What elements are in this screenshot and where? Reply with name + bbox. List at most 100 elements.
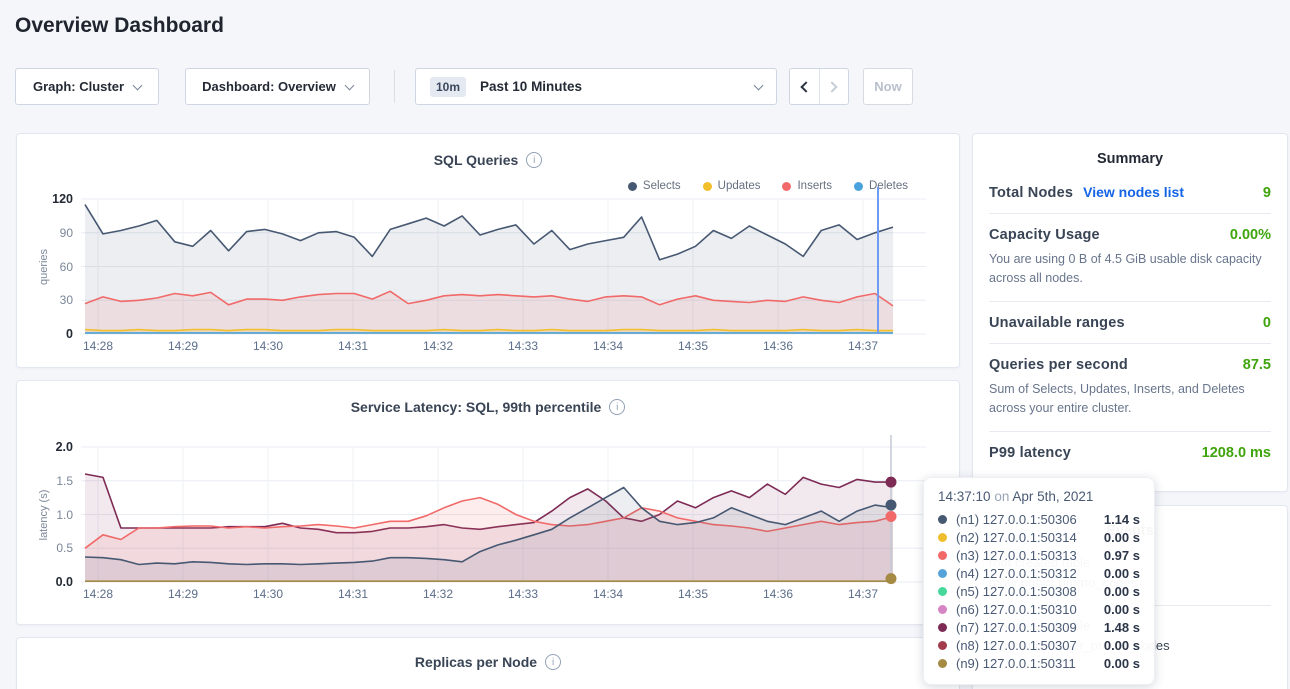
node-color-dot-icon — [938, 605, 947, 614]
graph-dropdown[interactable]: Graph: Cluster — [15, 68, 159, 105]
node-color-dot-icon — [938, 623, 947, 632]
replicas-per-node-card: Replicas per Node i — [16, 637, 960, 689]
tooltip-node-row: (n1) 127.0.0.1:503061.14 s — [938, 510, 1140, 528]
summary-label: P99 latency — [989, 445, 1071, 461]
prev-time-button[interactable] — [790, 69, 819, 104]
dashboard-dropdown-label: Dashboard: Overview — [202, 79, 336, 94]
legend-item-inserts[interactable]: Inserts — [782, 180, 832, 192]
node-color-dot-icon — [938, 515, 947, 524]
chevron-down-icon — [133, 80, 143, 90]
summary-row-capacity: Capacity Usage 0.00% You are using 0 B o… — [989, 214, 1271, 302]
x-axis-ticks: 14:2814:2914:3014:3114:3214:3314:3414:35… — [81, 587, 926, 603]
y-axis-ticks: 0306090120 — [29, 199, 73, 334]
legend-item-selects[interactable]: Selects — [628, 180, 681, 192]
node-address: (n2) 127.0.0.1:50314 — [956, 530, 1104, 545]
node-address: (n5) 127.0.0.1:50308 — [956, 584, 1104, 599]
chart-title-text: Service Latency: SQL, 99th percentile — [351, 399, 602, 415]
tooltip-rows: (n1) 127.0.0.1:503061.14 s(n2) 127.0.0.1… — [938, 510, 1140, 672]
sql-queries-plot[interactable]: queries 0306090120 14:2814:2914:3014:311… — [81, 199, 926, 334]
node-address: (n8) 127.0.0.1:50307 — [956, 638, 1104, 653]
node-address: (n6) 127.0.0.1:50310 — [956, 602, 1104, 617]
node-color-dot-icon — [938, 659, 947, 668]
node-latency-value: 0.00 s — [1104, 584, 1140, 599]
tooltip-node-row: (n7) 127.0.0.1:503091.48 s — [938, 618, 1140, 636]
node-latency-value: 1.14 s — [1104, 512, 1140, 527]
summary-panel: Summary Total Nodes View nodes list 9 Ca… — [972, 133, 1288, 492]
node-address: (n1) 127.0.0.1:50306 — [956, 512, 1104, 527]
tooltip-node-row: (n2) 127.0.0.1:503140.00 s — [938, 528, 1140, 546]
deletes-dot-icon — [854, 182, 863, 191]
summary-description: Sum of Selects, Updates, Inserts, and De… — [989, 380, 1271, 419]
summary-label: Total Nodes — [989, 185, 1073, 201]
legend-label: Updates — [718, 180, 761, 192]
summary-label: Unavailable ranges — [989, 315, 1125, 331]
legend-item-deletes[interactable]: Deletes — [854, 180, 908, 192]
tooltip-node-row: (n9) 127.0.0.1:503110.00 s — [938, 654, 1140, 672]
chevron-left-icon — [800, 81, 811, 92]
node-color-dot-icon — [938, 569, 947, 578]
tooltip-node-row: (n4) 127.0.0.1:503120.00 s — [938, 564, 1140, 582]
chart-hover-tooltip: 14:37:10 on Apr 5th, 2021 (n1) 127.0.0.1… — [923, 477, 1155, 685]
sql-queries-card: SQL Queries i Selects Updates Inserts De… — [16, 133, 960, 368]
tooltip-timestamp: 14:37:10 on Apr 5th, 2021 — [938, 489, 1140, 504]
graph-dropdown-label: Graph: Cluster — [33, 79, 124, 94]
selects-dot-icon — [628, 182, 637, 191]
node-latency-value: 0.00 s — [1104, 530, 1140, 545]
summary-value: 9 — [1263, 185, 1271, 201]
service-latency-card: Service Latency: SQL, 99th percentile i … — [16, 380, 960, 625]
next-time-button[interactable] — [819, 69, 849, 104]
updates-dot-icon — [703, 182, 712, 191]
node-latency-value: 0.00 s — [1104, 656, 1140, 671]
summary-value: 0.00% — [1230, 227, 1271, 243]
summary-row-qps: Queries per second 87.5 Sum of Selects, … — [989, 344, 1271, 432]
info-icon[interactable]: i — [609, 399, 625, 415]
node-address: (n4) 127.0.0.1:50312 — [956, 566, 1104, 581]
page-title: Overview Dashboard — [15, 14, 224, 38]
sql-queries-chart[interactable] — [81, 199, 926, 334]
summary-row-p99: P99 latency 1208.0 ms — [989, 432, 1271, 473]
summary-title: Summary — [989, 134, 1271, 171]
summary-label: Queries per second — [989, 357, 1128, 373]
tooltip-node-row: (n3) 127.0.0.1:503130.97 s — [938, 546, 1140, 564]
legend-item-updates[interactable]: Updates — [703, 180, 761, 192]
chevron-down-icon — [754, 80, 764, 90]
node-address: (n9) 127.0.0.1:50311 — [956, 656, 1104, 671]
node-color-dot-icon — [938, 533, 947, 542]
tooltip-on: on — [994, 489, 1009, 504]
dashboard-dropdown[interactable]: Dashboard: Overview — [185, 68, 370, 105]
summary-value: 87.5 — [1243, 357, 1271, 373]
now-button[interactable]: Now — [863, 68, 913, 105]
tooltip-node-row: (n8) 127.0.0.1:503070.00 s — [938, 636, 1140, 654]
summary-description: You are using 0 B of 4.5 GiB usable disk… — [989, 250, 1271, 289]
summary-row-unavailable-ranges: Unavailable ranges 0 — [989, 302, 1271, 344]
info-icon[interactable]: i — [545, 654, 561, 670]
summary-label: Capacity Usage — [989, 227, 1100, 243]
service-latency-plot[interactable]: latency (s) 0.00.51.01.52.0 14:2814:2914… — [81, 447, 926, 582]
tooltip-date: Apr 5th, 2021 — [1012, 489, 1093, 504]
chevron-down-icon — [344, 80, 354, 90]
node-address: (n7) 127.0.0.1:50309 — [956, 620, 1104, 635]
node-address: (n3) 127.0.0.1:50313 — [956, 548, 1104, 563]
time-step-buttons — [789, 68, 849, 105]
node-latency-value: 0.00 s — [1104, 602, 1140, 617]
legend-label: Deletes — [869, 180, 908, 192]
y-axis-ticks: 0.00.51.01.52.0 — [29, 447, 73, 582]
tooltip-time: 14:37:10 — [938, 489, 991, 504]
chevron-right-icon — [827, 81, 838, 92]
sql-queries-legend: Selects Updates Inserts Deletes — [628, 180, 908, 192]
view-nodes-list-link[interactable]: View nodes list — [1083, 184, 1184, 200]
service-latency-chart[interactable] — [81, 447, 926, 582]
node-color-dot-icon — [938, 551, 947, 560]
summary-value: 1208.0 ms — [1202, 445, 1271, 461]
info-icon[interactable]: i — [526, 152, 542, 168]
x-axis-ticks: 14:2814:2914:3014:3114:3214:3314:3414:35… — [81, 339, 926, 355]
chart-title-text: SQL Queries — [434, 152, 519, 168]
time-range-badge: 10m — [430, 77, 466, 97]
tooltip-node-row: (n6) 127.0.0.1:503100.00 s — [938, 600, 1140, 618]
summary-row-total-nodes: Total Nodes View nodes list 9 — [989, 171, 1271, 214]
node-latency-value: 0.00 s — [1104, 638, 1140, 653]
time-range-select[interactable]: 10m Past 10 Minutes — [415, 68, 777, 105]
replicas-per-node-title: Replicas per Node i — [17, 654, 959, 670]
summary-value: 0 — [1263, 315, 1271, 331]
legend-label: Inserts — [797, 180, 832, 192]
